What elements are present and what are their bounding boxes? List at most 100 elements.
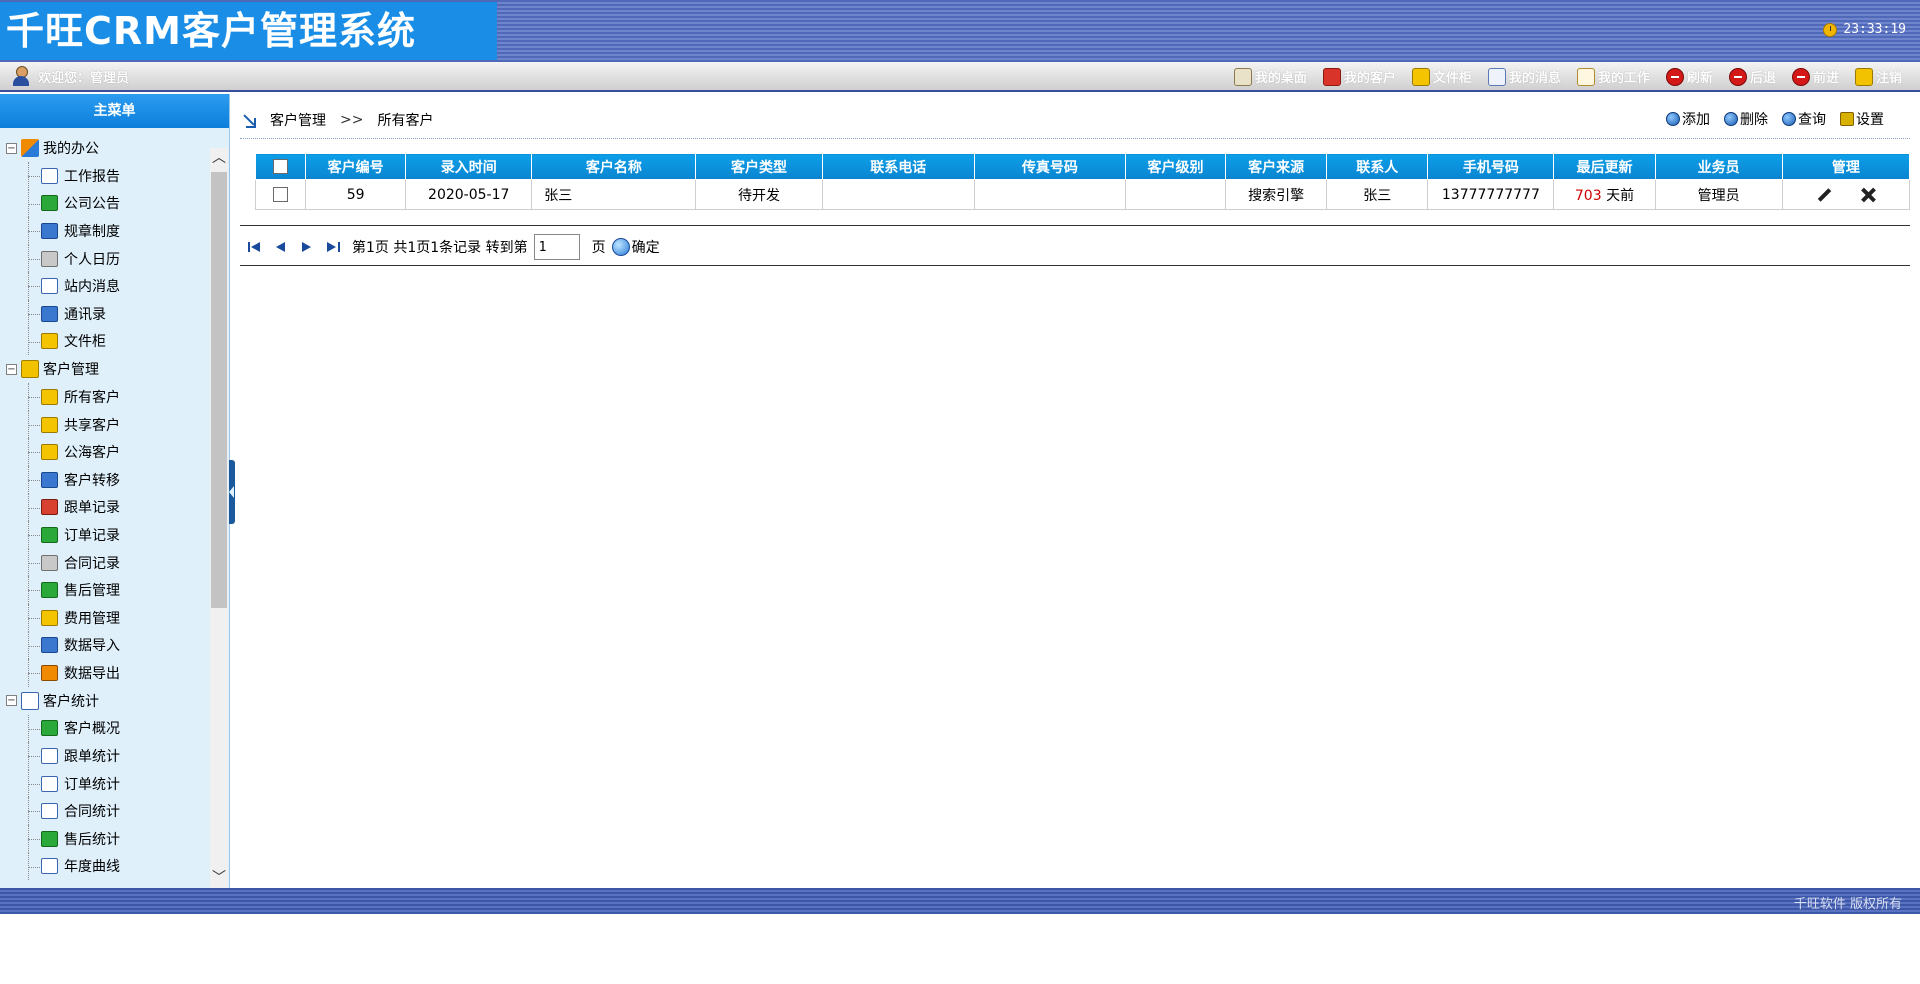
query-label: 查询	[1798, 112, 1826, 128]
sidebar-scrollbar[interactable]: ︿ ﹀	[210, 148, 228, 888]
back-button[interactable]: 后退	[1728, 67, 1776, 86]
sidebar-item-contract-stats[interactable]: 合同统计	[0, 797, 210, 825]
sidebar-item-followup-stats[interactable]: 跟单统计	[0, 742, 210, 770]
sidebar-item-annual-curve[interactable]: 年度曲线	[0, 852, 210, 881]
item-label: 费用管理	[64, 610, 120, 627]
sidebar-item-data-import[interactable]: 数据导入	[0, 631, 210, 660]
cell-fax	[973, 179, 1126, 210]
query-button[interactable]: 查询	[1782, 109, 1826, 129]
next-page-icon[interactable]	[300, 240, 314, 254]
item-label: 客户转移	[64, 472, 120, 489]
sidebar-item-after-sales-stats[interactable]: 售后统计	[0, 825, 210, 853]
column-header[interactable]: 客户名称	[531, 153, 697, 180]
sidebar-item-after-sales[interactable]: 售后管理	[0, 576, 210, 604]
item-label: 规章制度	[64, 223, 120, 240]
record-card-icon	[41, 499, 58, 516]
sidebar-item-announcements[interactable]: 公司公告	[0, 189, 210, 218]
bar-chart-icon	[41, 775, 58, 792]
column-header[interactable]: 客户类型	[695, 153, 823, 180]
column-header[interactable]: 录入时间	[405, 153, 533, 180]
sidebar-item-regulations[interactable]: 规章制度	[0, 217, 210, 245]
sidebar-item-customer-transfer[interactable]: 客户转移	[0, 465, 210, 494]
table-divider	[240, 225, 1910, 226]
cell-customer-name[interactable]: 张三	[531, 179, 697, 210]
scroll-down-icon[interactable]: ﹀	[210, 868, 228, 888]
sidebar-item-file-cabinet[interactable]: 文件柜	[0, 327, 210, 356]
sidebar-item-order-stats[interactable]: 订单统计	[0, 769, 210, 798]
sidebar-item-contract-records[interactable]: 合同记录	[0, 548, 210, 577]
collapse-toggle-icon[interactable]: −	[6, 142, 17, 154]
collapse-toggle-icon[interactable]: −	[6, 363, 17, 375]
table-row[interactable]: 59 2020-05-17 张三 待开发 搜索引擎 张三 13777777777…	[254, 179, 1911, 210]
link-my-customers[interactable]: 我的客户	[1322, 67, 1396, 86]
item-label: 工作报告	[64, 168, 120, 185]
people-icon	[41, 582, 58, 599]
spreadsheet-icon	[41, 526, 58, 543]
delete-button[interactable]: 删除	[1724, 109, 1768, 129]
sidebar-item-customer-overview[interactable]: 客户概况	[0, 714, 210, 743]
sidebar-item-messages[interactable]: 站内消息	[0, 272, 210, 300]
refresh-button[interactable]: 刷新	[1665, 67, 1713, 86]
scrollbar-thumb[interactable]	[211, 172, 227, 608]
app-header: 千旺CRM客户管理系统 23:33:19	[0, 0, 1920, 62]
quick-links: 我的桌面 我的客户 文件柜 我的消息 我的工作 刷新 后退 前进 注销	[1233, 67, 1902, 86]
sidebar-item-work-report[interactable]: 工作报告	[0, 162, 210, 190]
key-icon	[1854, 67, 1873, 86]
settings-button[interactable]: 设置	[1840, 109, 1884, 129]
collapse-toggle-icon[interactable]: −	[6, 695, 17, 707]
column-header[interactable]: 联系电话	[821, 153, 975, 180]
sidebar-item-expenses[interactable]: 费用管理	[0, 603, 210, 632]
link-my-messages[interactable]: 我的消息	[1487, 67, 1561, 86]
page-number-input[interactable]	[533, 234, 580, 260]
sidebar-item-shared-customers[interactable]: 共享客户	[0, 410, 210, 439]
desk-icon	[1233, 67, 1252, 86]
add-button[interactable]: 添加	[1666, 109, 1710, 129]
link-my-work[interactable]: 我的工作	[1576, 67, 1650, 86]
sidebar-item-calendar[interactable]: 个人日历	[0, 244, 210, 273]
column-header[interactable]: 传真号码	[973, 153, 1126, 180]
sidebar-item-followup-records[interactable]: 跟单记录	[0, 493, 210, 522]
scroll-up-icon[interactable]: ︿	[210, 148, 228, 168]
transfer-arrow-icon	[41, 471, 58, 488]
sidebar-item-order-records[interactable]: 订单记录	[0, 521, 210, 549]
select-all-checkbox[interactable]	[273, 159, 289, 174]
edit-pencil-icon[interactable]	[1816, 187, 1832, 203]
column-header[interactable]: 客户编号	[305, 153, 407, 180]
column-header[interactable]: 客户级别	[1124, 153, 1227, 180]
go-button[interactable]: 确定	[611, 237, 660, 257]
sidebar-item-public-customers[interactable]: 公海客户	[0, 438, 210, 466]
link-file-cabinet[interactable]: 文件柜	[1411, 67, 1472, 86]
pagination: 第1页 共1页1条记录 转到第 页 确定	[248, 234, 660, 260]
user-icon	[12, 66, 30, 86]
row-checkbox[interactable]	[273, 187, 289, 202]
column-header[interactable]: 最后更新	[1553, 153, 1656, 180]
item-label: 所有客户	[64, 389, 120, 406]
sidebar-item-all-customers[interactable]: 所有客户	[0, 383, 210, 411]
sidebar-title: 主菜单	[0, 94, 229, 128]
last-page-icon[interactable]	[326, 240, 340, 254]
clock-time: 23:33:19	[1843, 22, 1906, 37]
sidebar-collapse-handle[interactable]	[229, 460, 235, 524]
column-header[interactable]: 手机号码	[1427, 153, 1555, 180]
first-page-icon[interactable]	[248, 240, 262, 254]
menu-group-header[interactable]: − 客户统计	[0, 687, 210, 715]
link-my-desktop[interactable]: 我的桌面	[1233, 67, 1307, 86]
group-label: 客户统计	[43, 693, 99, 710]
column-header[interactable]: 联系人	[1326, 153, 1429, 180]
sidebar-item-data-export[interactable]: 数据导出	[0, 659, 210, 687]
sidebar-item-contacts[interactable]: 通讯录	[0, 299, 210, 328]
menu-group-header[interactable]: − 客户管理	[0, 355, 210, 383]
menu-group-header[interactable]: − 我的办公	[0, 134, 210, 162]
action-toolbar: 添加 删除 查询 设置	[1666, 109, 1884, 129]
delete-x-icon[interactable]	[1860, 187, 1876, 203]
column-header[interactable]: 客户来源	[1225, 153, 1328, 180]
row-select-cell	[254, 179, 307, 210]
prev-page-icon[interactable]	[274, 240, 288, 254]
cell-level	[1124, 179, 1227, 210]
forward-button[interactable]: 前进	[1791, 67, 1839, 86]
logout-button[interactable]: 注销	[1854, 67, 1902, 86]
breadcrumb-root[interactable]: 客户管理	[270, 110, 326, 130]
customer-icon	[41, 444, 58, 461]
item-label: 客户概况	[64, 721, 120, 738]
column-header[interactable]: 业务员	[1654, 153, 1783, 180]
